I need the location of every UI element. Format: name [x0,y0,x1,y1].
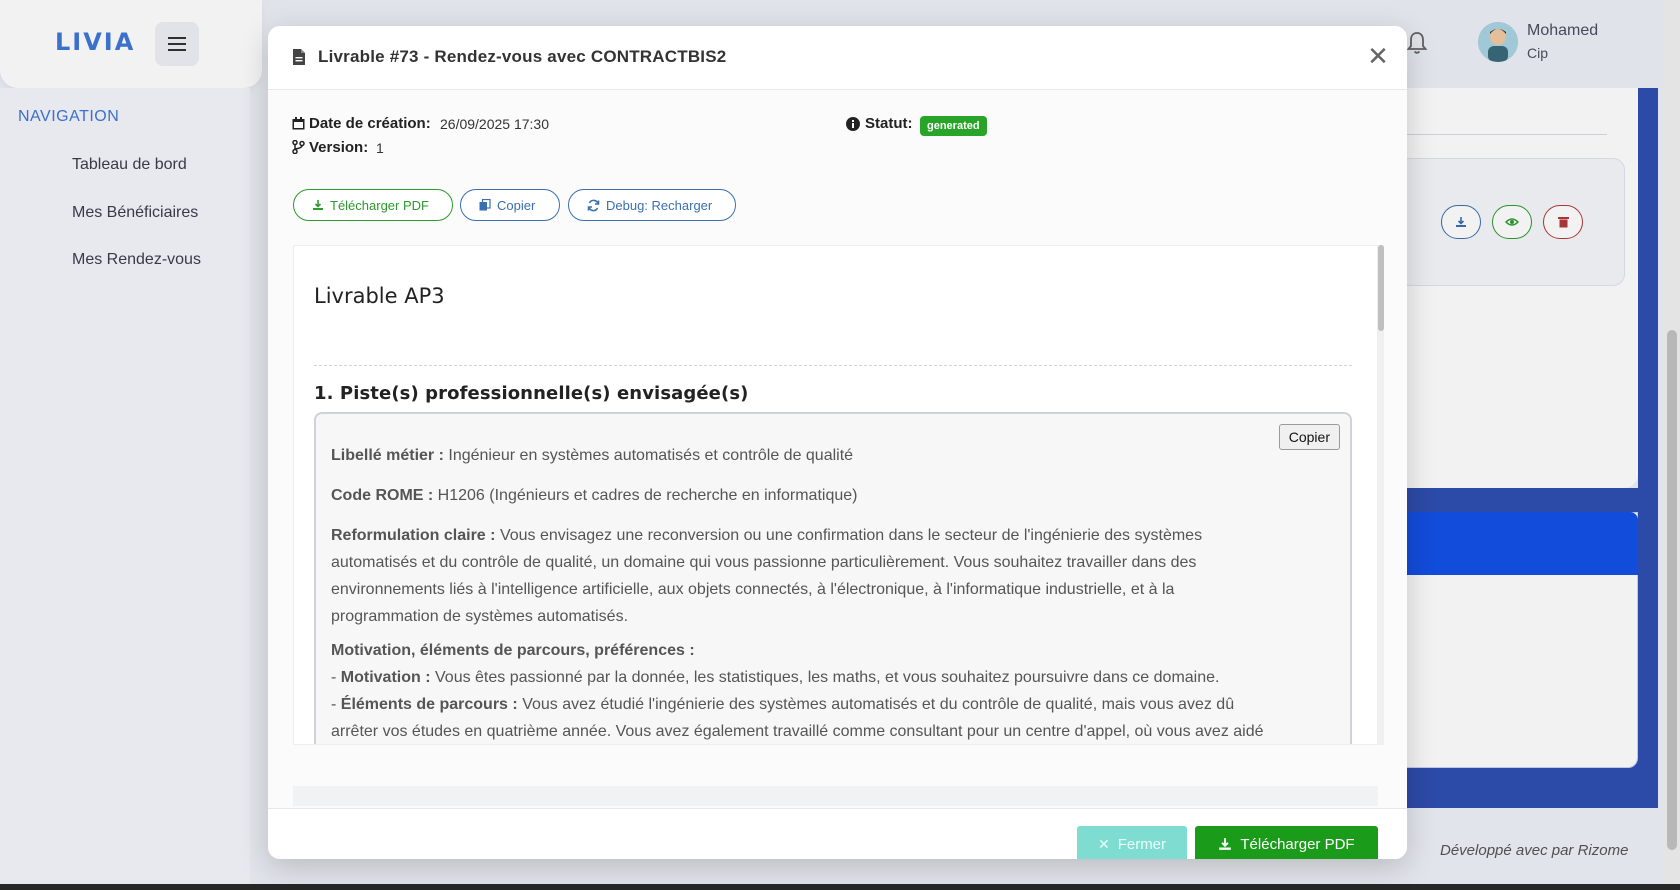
version-label: Version: [309,139,369,156]
close-button-label: Fermer [1117,835,1167,853]
motivation-label: Motivation : [340,669,431,686]
section-copy-button[interactable]: Copier [1278,424,1340,450]
rome-code-value: H1206 (Ingénieurs et cadres de recherche… [437,487,858,504]
motivation-value: Vous êtes passionné par la donnée, les s… [435,669,1220,686]
divider [314,365,1352,366]
copy-icon [479,199,491,211]
background-label: Éléments de parcours : [340,696,518,713]
section-title: 1. Piste(s) professionnelle(s) envisagée… [314,383,749,404]
job-title-label: Libellé métier : [331,447,444,464]
download-pdf-button[interactable]: Télécharger PDF [293,189,453,221]
document-preview[interactable]: Livrable AP3 1. Piste(s) professionnelle… [293,245,1378,745]
motivation-heading: Motivation, éléments de parcours, préfér… [331,637,1281,664]
modal-footer: ✕ Fermer Télécharger PDF [268,808,1407,859]
refresh-icon [587,199,600,211]
debug-reload-button[interactable]: Debug: Recharger [568,189,736,221]
creation-date-value: 26/09/2025 17:30 [440,116,549,132]
footer-download-pdf-button[interactable]: Télécharger PDF [1195,826,1378,859]
preview-scrollbar-thumb[interactable] [1378,245,1384,331]
reformulation-label: Reformulation claire : [331,527,496,544]
job-title-value: Ingénieur en systèmes automatisés et con… [448,447,854,464]
creation-date-label: Date de création: [309,115,431,132]
rome-code-field: Code ROME : H1206 (Ingénieurs et cadres … [331,482,1281,509]
close-button[interactable]: ✕ Fermer [1077,826,1187,859]
copy-button[interactable]: Copier [460,189,560,221]
next-section [293,786,1378,806]
calendar-icon [292,117,305,130]
status-badge: generated [920,116,987,136]
close-icon[interactable]: ✕ [1363,42,1393,72]
motivation-field: - Motivation : Vous êtes passionné par l… [331,669,1220,686]
version-value: 1 [376,140,384,156]
deliverable-modal: Livrable #73 - Rendez-vous avec CONTRACT… [268,26,1407,859]
modal-title: Livrable #73 - Rendez-vous avec CONTRACT… [318,47,727,66]
background-field: - Éléments de parcours : Vous avez étudi… [331,696,1264,740]
document-title: Livrable AP3 [314,284,445,308]
job-title-field: Libellé métier : Ingénieur en systèmes a… [331,442,1281,469]
copy-label: Copier [497,197,536,213]
reformulation-field: Reformulation claire : Vous envisagez un… [331,522,1281,630]
rome-code-label: Code ROME : [331,487,434,504]
section-content-box: Copier Libellé métier : Ingénieur en sys… [314,412,1352,744]
modal-body: Date de création: 26/09/2025 17:30 Versi… [268,90,1407,808]
status-label: Statut: [865,115,913,132]
footer-download-pdf-label: Télécharger PDF [1240,835,1355,853]
download-pdf-label: Télécharger PDF [330,197,429,213]
branch-icon [292,140,305,154]
debug-reload-label: Debug: Recharger [606,197,713,213]
close-x-icon: ✕ [1097,835,1110,852]
download-icon [313,200,323,210]
file-icon [293,49,305,65]
motivation-heading-text: Motivation, éléments de parcours, préfér… [331,642,695,659]
download-icon [1219,838,1232,850]
info-icon [846,117,860,131]
modal-header: Livrable #73 - Rendez-vous avec CONTRACT… [268,26,1407,90]
